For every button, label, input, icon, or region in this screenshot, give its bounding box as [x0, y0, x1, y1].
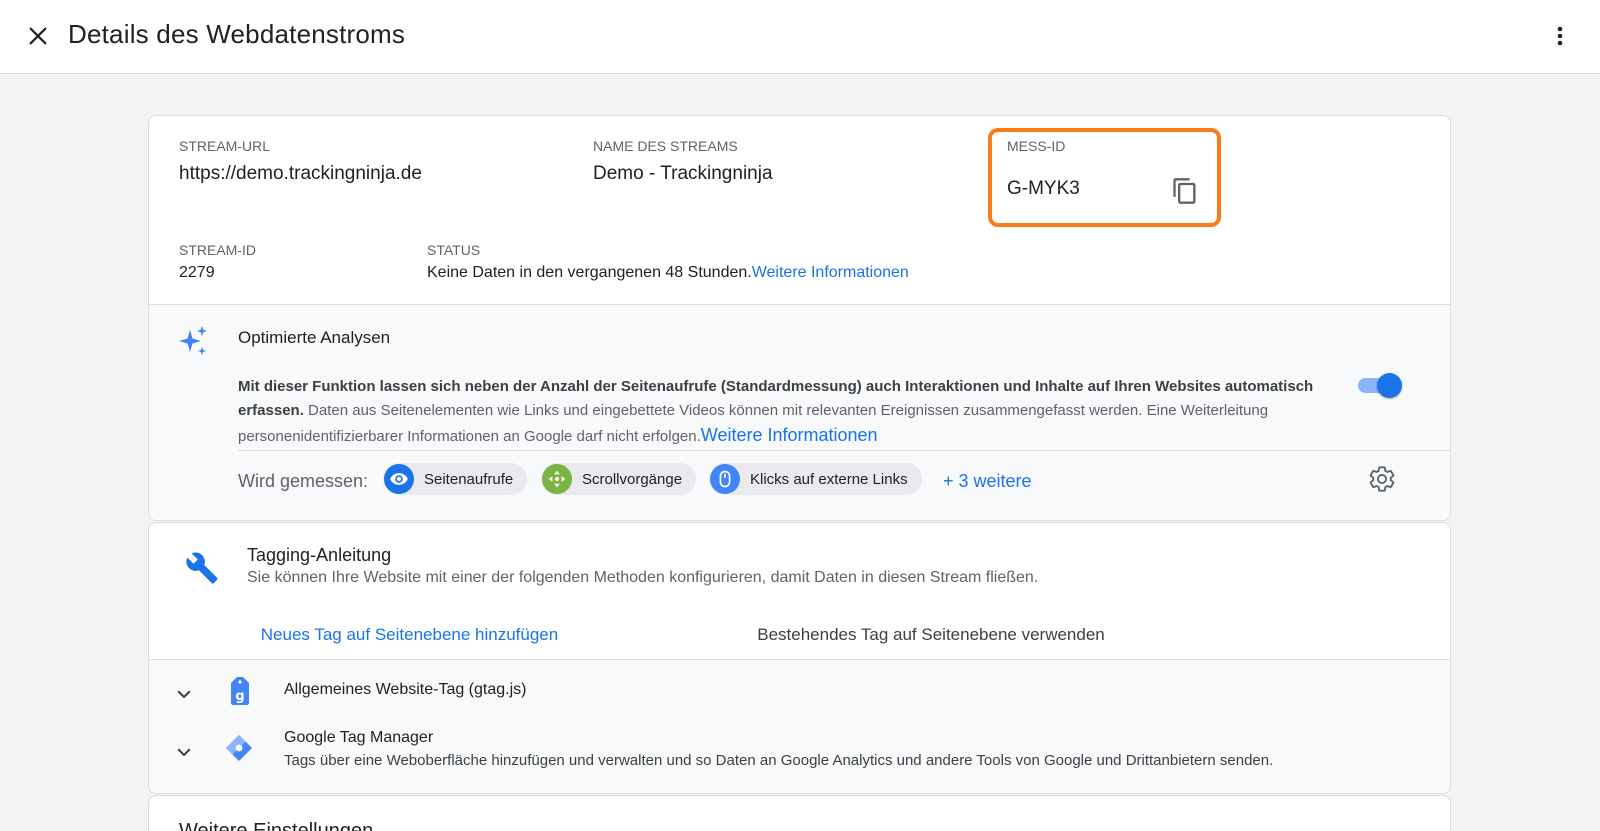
measurement-id-label: MESS-ID — [1007, 138, 1066, 154]
top-bar: Details des Webdatenstroms — [0, 0, 1600, 74]
copy-button[interactable] — [1167, 173, 1203, 209]
enhanced-measurement-description: Mit dieser Funktion lassen sich neben de… — [238, 375, 1348, 449]
chip-label: Seitenaufrufe — [424, 470, 514, 488]
tab-new-tag[interactable]: Neues Tag auf Seitenebene hinzufügen — [149, 611, 670, 662]
stream-url-label: STREAM-URL — [179, 138, 271, 154]
copy-icon — [1173, 178, 1196, 204]
chip-label: Klicks auf externe Links — [750, 470, 908, 488]
tab-existing-tag[interactable]: Bestehendes Tag auf Seitenebene verwende… — [670, 611, 1192, 659]
chip-icon-bg — [384, 464, 414, 494]
wrench-icon — [186, 552, 218, 584]
sparkle-icon — [179, 326, 207, 355]
chevron-down-icon — [177, 690, 191, 698]
enhanced-measurement-title: Optimierte Analysen — [238, 328, 391, 347]
method-gtag-title[interactable]: Allgemeines Website-Tag (gtag.js) — [284, 680, 526, 700]
tagging-subtitle: Sie können Ihre Website mit einer der fo… — [247, 569, 1039, 586]
toggle-knob — [1377, 373, 1402, 398]
svg-text:g: g — [235, 689, 244, 704]
tagging-card: Tagging-Anleitung Sie können Ihre Websit… — [148, 522, 1451, 794]
mouse-icon — [719, 470, 731, 488]
status-text: Keine Daten in den vergangenen 48 Stunde… — [427, 264, 752, 281]
stream-name-value: Demo - Trackingninja — [593, 163, 773, 184]
measurement-id-value[interactable]: G-MYK3 — [1007, 177, 1080, 201]
enhanced-measurement-section: Optimierte Analysen Mit dieser Funktion … — [149, 304, 1450, 520]
tag-manager-icon — [226, 735, 252, 761]
method-gtm-description: Tags über eine Weboberfläche hinzufügen … — [284, 752, 1274, 769]
chevron-down-icon — [177, 748, 191, 756]
chip-scrolls[interactable]: Scrollvorgänge — [541, 463, 697, 495]
page-title: Details des Webdatenstroms — [68, 19, 406, 49]
stream-url-value: https://demo.trackingninja.de — [179, 163, 422, 184]
tagging-title: Tagging-Anleitung — [247, 545, 392, 565]
chip-icon-bg — [710, 464, 740, 494]
tagging-methods: g Allgemeines Website-Tag (gtag.js) Goog… — [149, 660, 1450, 793]
stream-details-card: STREAM-URL https://demo.trackingninja.de… — [148, 115, 1451, 521]
close-icon — [29, 27, 47, 45]
tab-label: Neues Tag auf Seitenebene hinzufügen — [260, 625, 559, 644]
chip-icon-bg — [542, 464, 572, 494]
stream-id-label: STREAM-ID — [179, 242, 256, 258]
measured-label: Wird gemessen: — [238, 471, 369, 491]
tab-label: Bestehendes Tag auf Seitenebene verwende… — [757, 625, 1105, 644]
more-options-button[interactable] — [1542, 18, 1578, 54]
gtag-icon: g — [231, 677, 249, 705]
chip-outbound-clicks[interactable]: Klicks auf externe Links — [709, 463, 922, 495]
more-settings-card: Weitere Einstellungen — [148, 795, 1451, 831]
enhanced-more-info-link[interactable]: Weitere Informationen — [701, 425, 878, 445]
stream-id-value: 2279 — [179, 264, 215, 281]
scroll-icon — [548, 470, 566, 488]
stream-name-label: NAME DES STREAMS — [593, 138, 738, 154]
method-gtm-title[interactable]: Google Tag Manager — [284, 728, 433, 748]
enhanced-settings-button[interactable] — [1367, 464, 1397, 494]
more-measurements-link[interactable]: + 3 weitere — [943, 469, 1032, 493]
chip-pageviews[interactable]: Seitenaufrufe — [383, 463, 528, 495]
more-vert-icon — [1557, 26, 1563, 46]
expand-gtag-button[interactable] — [169, 679, 199, 709]
status-more-info-link[interactable]: Weitere Informationen — [752, 264, 909, 281]
chip-label: Scrollvorgänge — [582, 470, 683, 488]
enhanced-measurement-toggle[interactable] — [1356, 370, 1404, 400]
gear-icon — [1369, 466, 1395, 492]
status-value: Keine Daten in den vergangenen 48 Stunde… — [427, 263, 909, 283]
close-button[interactable] — [20, 18, 56, 54]
divider — [238, 450, 1450, 451]
more-settings-title: Weitere Einstellungen — [179, 820, 374, 831]
eye-icon — [390, 473, 408, 485]
status-label: STATUS — [427, 242, 481, 258]
expand-gtm-button[interactable] — [169, 737, 199, 767]
